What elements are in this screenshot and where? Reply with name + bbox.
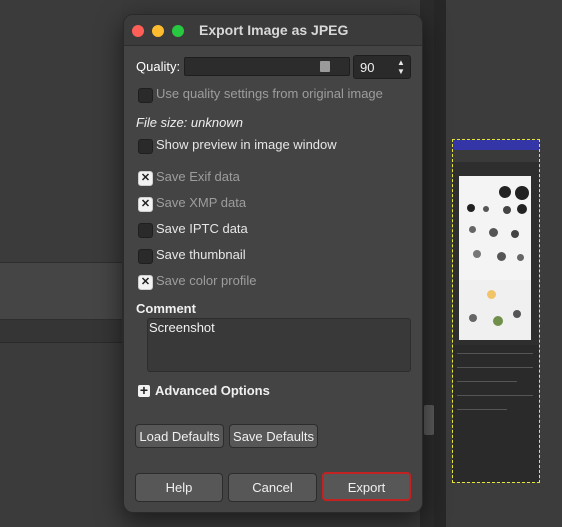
dialog-titlebar: Export Image as JPEG [124, 15, 422, 46]
cancel-button[interactable]: Cancel [228, 473, 317, 502]
quality-value[interactable]: 90 [360, 60, 374, 75]
thumbnail-titlebar [453, 140, 539, 150]
dialog-title: Export Image as JPEG [199, 22, 349, 38]
load-defaults-button[interactable]: Load Defaults [135, 424, 224, 448]
save-iptc-checkbox[interactable] [138, 223, 153, 238]
image-thumbnail-panel [452, 139, 540, 483]
maximize-window-button[interactable] [172, 25, 184, 37]
save-exif-checkbox[interactable] [138, 171, 153, 186]
comment-textarea[interactable]: Screenshot [147, 318, 411, 372]
thumbnail-toolbar [453, 150, 539, 162]
minimize-window-button[interactable] [152, 25, 164, 37]
spin-arrows-icon[interactable]: ▲ ▼ [396, 58, 406, 76]
help-button[interactable]: Help [135, 473, 223, 502]
show-preview-checkbox[interactable] [138, 139, 153, 154]
background-ruler-band [0, 262, 122, 320]
background-scrollbar-thumb[interactable] [424, 405, 434, 435]
export-jpeg-dialog: Export Image as JPEG Quality: 90 ▲ ▼ Use … [123, 14, 423, 513]
save-color-profile-checkbox[interactable] [138, 275, 153, 290]
advanced-options-toggle[interactable]: Advanced Options [155, 383, 270, 398]
use-original-quality-label: Use quality settings from original image [156, 86, 383, 101]
expand-plus-icon[interactable] [138, 382, 150, 398]
save-color-profile-label: Save color profile [156, 273, 257, 288]
save-thumbnail-checkbox[interactable] [138, 249, 153, 264]
use-original-quality-checkbox[interactable] [138, 88, 153, 103]
background-toolbar-band [0, 320, 122, 343]
thumbnail-brush-grid [459, 176, 531, 280]
thumbnail-brush-grid-lower [459, 280, 531, 340]
comment-text[interactable]: Screenshot [149, 320, 215, 335]
save-xmp-label: Save XMP data [156, 195, 247, 210]
quality-label: Quality: [136, 59, 181, 74]
save-xmp-checkbox[interactable] [138, 197, 153, 212]
save-thumbnail-label: Save thumbnail [156, 247, 246, 262]
save-iptc-label: Save IPTC data [156, 221, 248, 236]
show-preview-label: Show preview in image window [156, 137, 337, 152]
comment-label: Comment [136, 301, 196, 316]
thumbnail-layers-area [453, 345, 539, 482]
quality-slider[interactable] [184, 57, 350, 76]
quality-spinbox[interactable]: 90 ▲ ▼ [353, 55, 411, 79]
save-exif-label: Save Exif data [156, 169, 240, 184]
background-divider [434, 0, 446, 527]
export-button[interactable]: Export [322, 472, 411, 501]
save-defaults-button[interactable]: Save Defaults [229, 424, 318, 448]
file-size-label: File size: unknown [136, 115, 243, 130]
quality-slider-handle[interactable] [320, 61, 330, 72]
close-window-button[interactable] [132, 25, 144, 37]
